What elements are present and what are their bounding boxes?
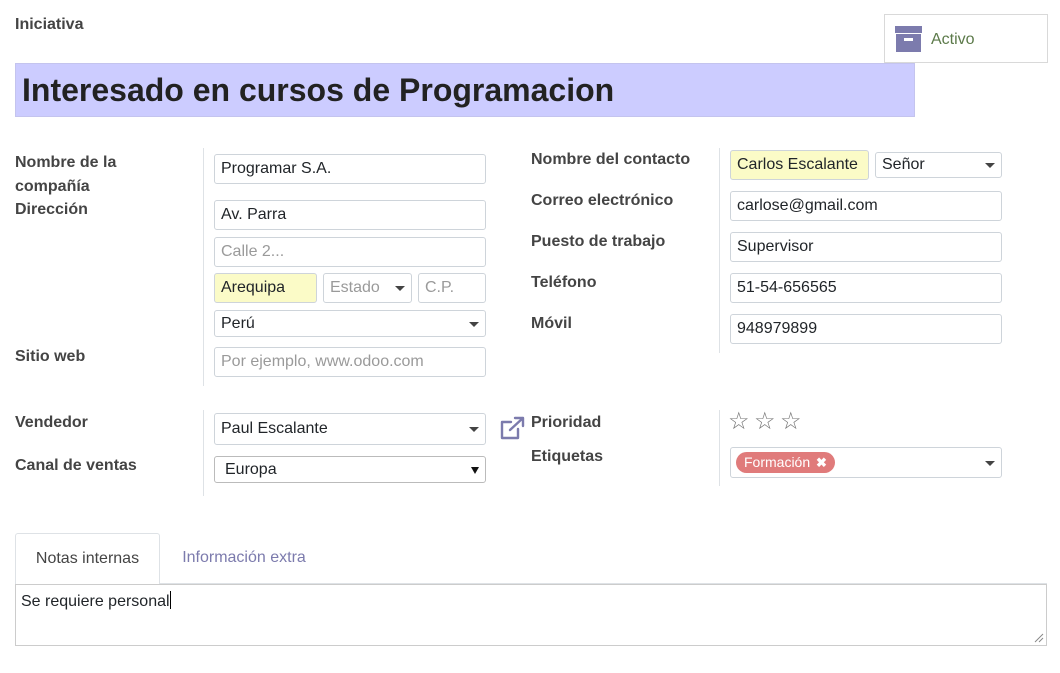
text-cursor	[169, 591, 171, 609]
tag-badge: Formación ✖	[736, 452, 835, 473]
resize-handle-icon[interactable]	[1034, 633, 1044, 643]
contact-name-input[interactable]: Carlos Escalante	[730, 150, 869, 180]
archive-toggle-label: Activo	[931, 31, 975, 48]
external-link-icon[interactable]	[500, 416, 526, 440]
company-name-input[interactable]: Programar S.A.	[214, 154, 486, 184]
mobile-label: Móvil	[531, 315, 572, 332]
sales-channel-select-text: Europa	[225, 461, 277, 478]
country-select[interactable]: Perú	[214, 310, 486, 337]
contact-title-select[interactable]: Señor	[875, 152, 1002, 178]
group-separator	[719, 410, 720, 486]
record-type-label: Iniciativa	[15, 16, 84, 33]
chevron-down-icon	[395, 286, 405, 291]
street2-input[interactable]: Calle 2...	[214, 237, 486, 267]
internal-notes-textarea[interactable]: Se requiere personal	[15, 584, 1047, 646]
archive-box-icon	[895, 26, 922, 52]
company-name-label: Nombre de la	[15, 154, 117, 171]
mobile-input[interactable]: 948979899	[730, 314, 1002, 344]
tab-internal-notes[interactable]: Notas internas	[15, 533, 160, 584]
phone-input[interactable]: 51-54-656565	[730, 273, 1002, 303]
group-separator	[203, 148, 204, 386]
country-select-text: Perú	[221, 315, 255, 332]
chevron-down-icon	[985, 461, 995, 466]
tag-label: Formación	[744, 454, 811, 470]
sales-channel-label: Canal de ventas	[15, 457, 137, 474]
zip-input[interactable]: C.P.	[418, 273, 486, 303]
chevron-down-icon	[471, 467, 479, 474]
sales-channel-select[interactable]: Europa	[214, 456, 486, 483]
salesperson-select-text: Paul Escalante	[221, 420, 328, 437]
group-separator	[719, 148, 720, 353]
tags-label: Etiquetas	[531, 448, 604, 465]
contact-title-text: Señor	[882, 156, 925, 173]
contact-name-label: Nombre del contacto	[531, 151, 691, 168]
title-input[interactable]: Interesado en cursos de Programacion	[15, 63, 915, 117]
tab-extra-info[interactable]: Información extra	[170, 533, 318, 583]
city-input[interactable]: Arequipa	[214, 273, 317, 303]
tags-input[interactable]: Formación ✖	[730, 447, 1002, 478]
salesperson-select[interactable]: Paul Escalante	[214, 413, 486, 445]
archive-toggle-button[interactable]: Activo	[884, 14, 1048, 63]
state-select[interactable]: Estado	[323, 273, 412, 303]
street-input[interactable]: Av. Parra	[214, 200, 486, 230]
state-select-text: Estado	[330, 279, 380, 296]
chevron-down-icon	[985, 163, 995, 168]
group-separator	[203, 410, 204, 496]
phone-label: Teléfono	[531, 274, 597, 291]
website-label: Sitio web	[15, 348, 86, 365]
email-input[interactable]: carlose@gmail.com	[730, 191, 1002, 221]
company-name-label-cont: compañía	[15, 178, 90, 195]
internal-notes-text: Se requiere personal	[21, 593, 170, 610]
priority-label: Prioridad	[531, 414, 602, 431]
chevron-down-icon	[469, 427, 479, 432]
address-label: Dirección	[15, 201, 88, 218]
job-position-label: Puesto de trabajo	[531, 233, 666, 250]
remove-tag-icon[interactable]: ✖	[816, 455, 827, 470]
website-input[interactable]: Por ejemplo, www.odoo.com	[214, 347, 486, 377]
priority-star-icon[interactable]: ☆	[728, 410, 750, 434]
salesperson-label: Vendedor	[15, 414, 88, 431]
job-position-input[interactable]: Supervisor	[730, 232, 1002, 262]
priority-star-icon[interactable]: ☆	[780, 410, 802, 434]
chevron-down-icon	[469, 322, 479, 327]
priority-star-icon[interactable]: ☆	[754, 410, 776, 434]
email-label: Correo electrónico	[531, 192, 674, 209]
